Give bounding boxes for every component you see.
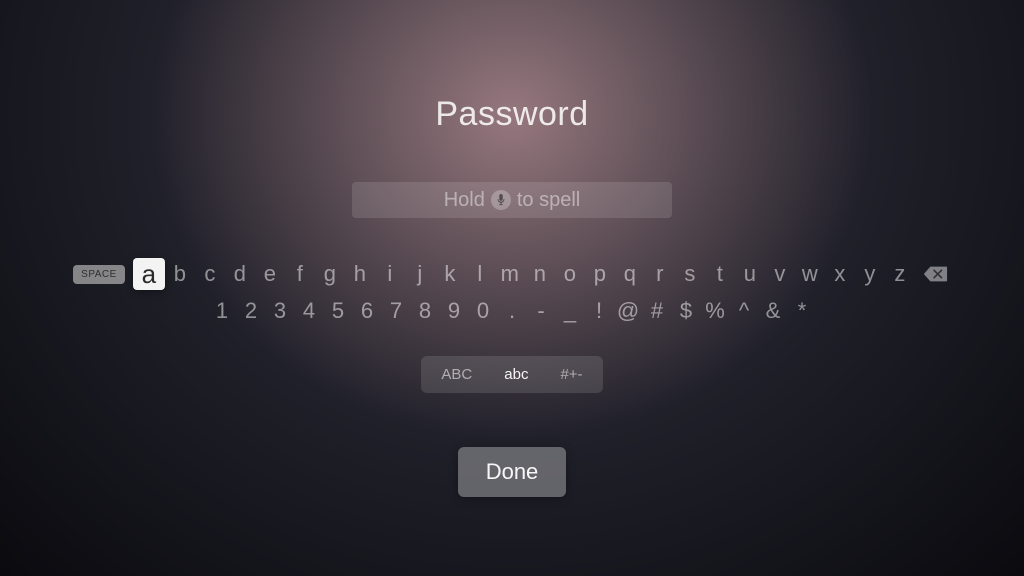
key-![interactable]: ! — [585, 296, 614, 326]
key-2[interactable]: 2 — [237, 296, 266, 326]
key-n[interactable]: n — [525, 259, 555, 289]
key-g[interactable]: g — [315, 259, 345, 289]
key-a[interactable]: a — [133, 258, 165, 290]
hint-prefix: Hold — [444, 189, 485, 212]
key-x[interactable]: x — [825, 259, 855, 289]
key-f[interactable]: f — [285, 259, 315, 289]
mode-lowercase[interactable]: abc — [488, 360, 544, 389]
password-entry-screen: Password Hold to spell SPACE abcdefghijk… — [0, 0, 1024, 576]
keyboard-row-letters: SPACE abcdefghijklmnopqrstuvwxyz — [73, 258, 951, 290]
key-.[interactable]: . — [498, 296, 527, 326]
key-t[interactable]: t — [705, 259, 735, 289]
key-8[interactable]: 8 — [411, 296, 440, 326]
key-p[interactable]: p — [585, 259, 615, 289]
key-*[interactable]: * — [788, 296, 817, 326]
key-i[interactable]: i — [375, 259, 405, 289]
keyboard-row-numbers-symbols: 1234567890.-_!@#$%^&* — [208, 296, 817, 326]
key-w[interactable]: w — [795, 259, 825, 289]
key-6[interactable]: 6 — [353, 296, 382, 326]
key-y[interactable]: y — [855, 259, 885, 289]
mode-uppercase[interactable]: ABC — [425, 360, 488, 389]
key--[interactable]: - — [527, 296, 556, 326]
key-z[interactable]: z — [885, 259, 915, 289]
microphone-icon — [491, 190, 511, 210]
key-_[interactable]: _ — [556, 296, 585, 326]
keyboard-mode-switcher: ABC abc #+- — [421, 356, 602, 393]
key-d[interactable]: d — [225, 259, 255, 289]
key-u[interactable]: u — [735, 259, 765, 289]
key-c[interactable]: c — [195, 259, 225, 289]
key-5[interactable]: 5 — [324, 296, 353, 326]
key-#[interactable]: # — [643, 296, 672, 326]
mode-symbols[interactable]: #+- — [544, 360, 598, 389]
space-key[interactable]: SPACE — [73, 265, 125, 284]
key-l[interactable]: l — [465, 259, 495, 289]
key-o[interactable]: o — [555, 259, 585, 289]
page-title: Password — [435, 95, 588, 134]
key-^[interactable]: ^ — [730, 296, 759, 326]
key-r[interactable]: r — [645, 259, 675, 289]
key-7[interactable]: 7 — [382, 296, 411, 326]
key-k[interactable]: k — [435, 259, 465, 289]
key-$[interactable]: $ — [672, 296, 701, 326]
key-j[interactable]: j — [405, 259, 435, 289]
key-%[interactable]: % — [701, 296, 730, 326]
hint-suffix: to spell — [517, 189, 580, 212]
key-e[interactable]: e — [255, 259, 285, 289]
key-s[interactable]: s — [675, 259, 705, 289]
key-1[interactable]: 1 — [208, 296, 237, 326]
backspace-icon[interactable] — [919, 258, 951, 290]
done-button[interactable]: Done — [458, 447, 567, 497]
key-3[interactable]: 3 — [266, 296, 295, 326]
key-9[interactable]: 9 — [440, 296, 469, 326]
key-0[interactable]: 0 — [469, 296, 498, 326]
key-&[interactable]: & — [759, 296, 788, 326]
key-@[interactable]: @ — [614, 296, 643, 326]
key-q[interactable]: q — [615, 259, 645, 289]
key-m[interactable]: m — [495, 259, 525, 289]
key-b[interactable]: b — [165, 259, 195, 289]
key-v[interactable]: v — [765, 259, 795, 289]
key-h[interactable]: h — [345, 259, 375, 289]
password-input[interactable]: Hold to spell — [352, 182, 672, 218]
key-4[interactable]: 4 — [295, 296, 324, 326]
